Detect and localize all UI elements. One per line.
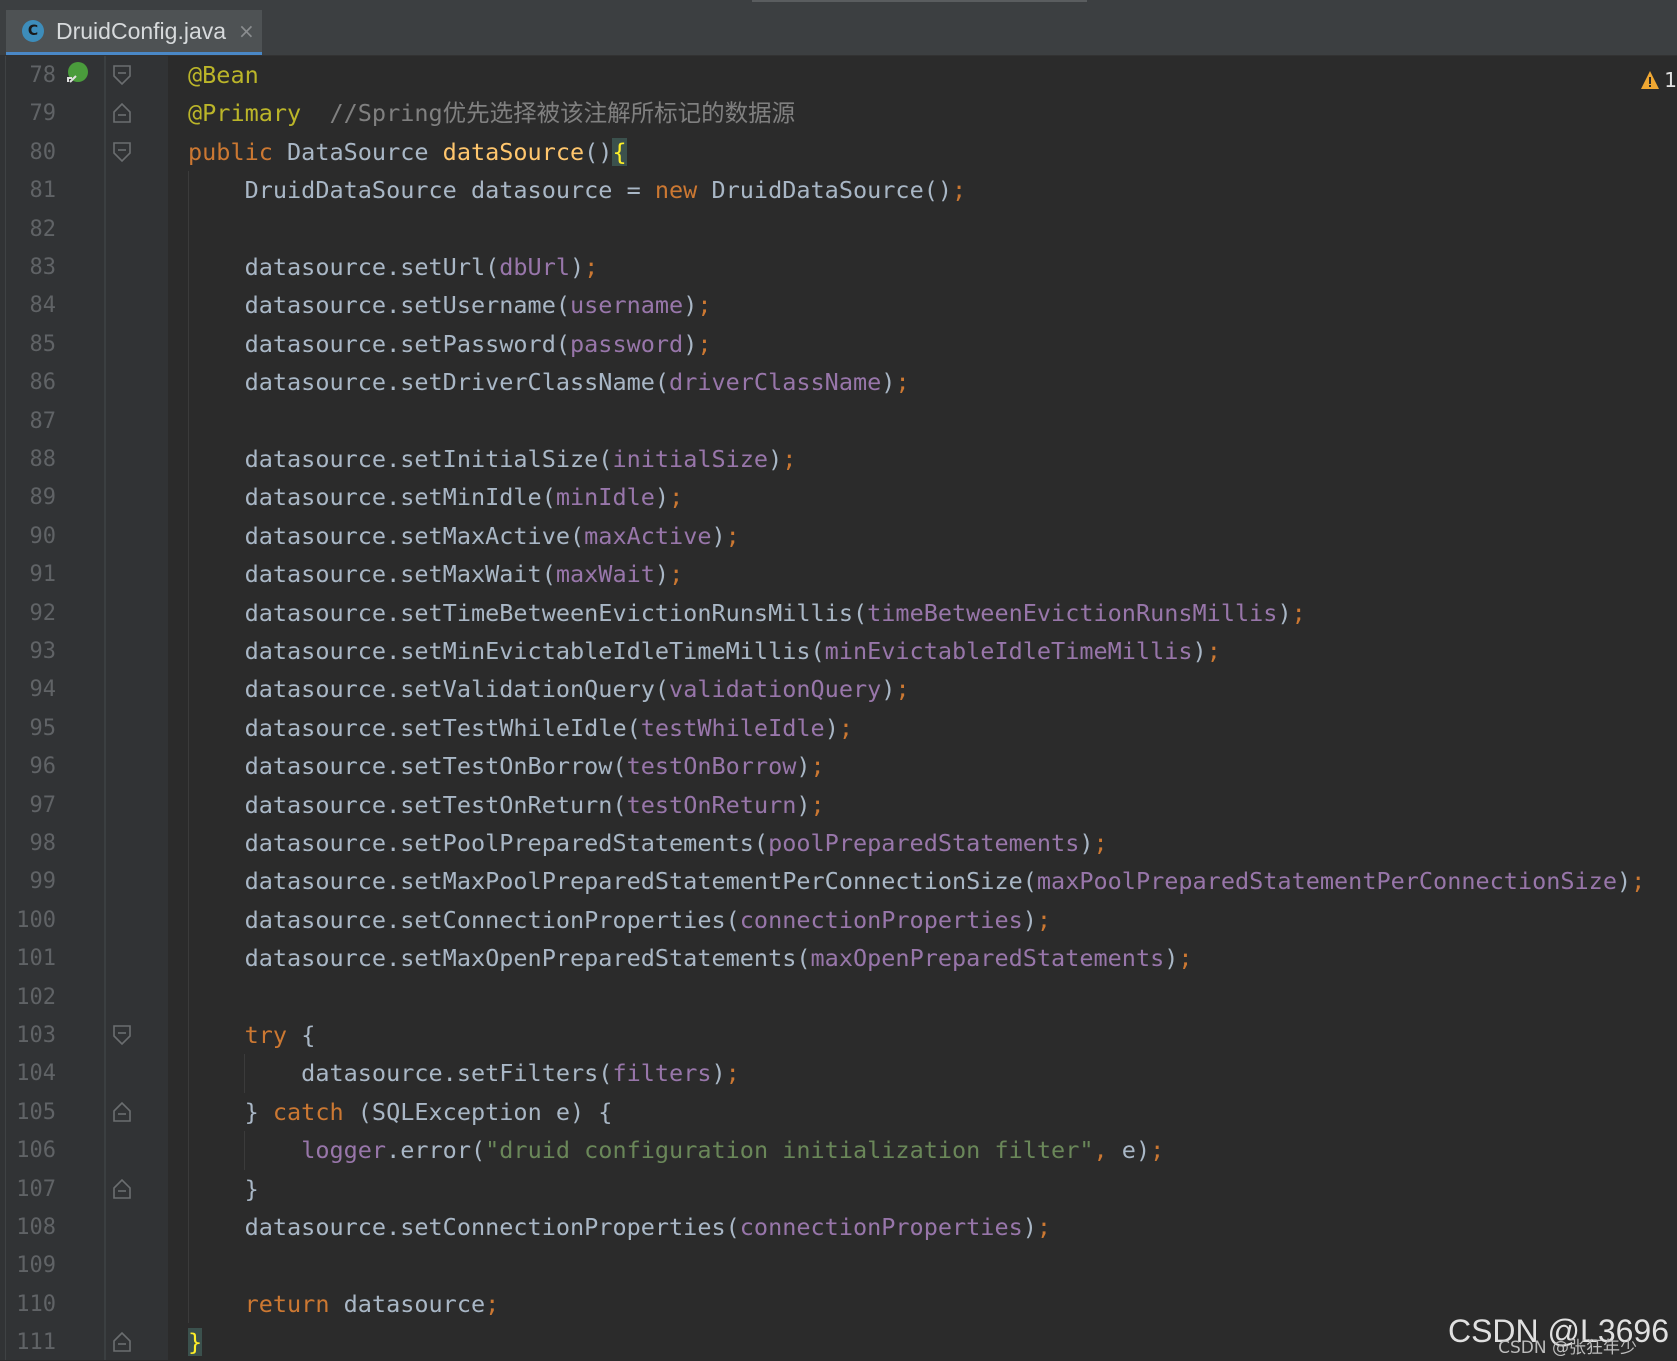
- editor-tab-bar: C DruidConfig.java ×: [0, 0, 1677, 56]
- code-line[interactable]: datasource.setInitialSize(initialSize);: [188, 440, 797, 478]
- code-line[interactable]: datasource.setMinIdle(minIdle);: [188, 478, 684, 516]
- line-number[interactable]: 101: [6, 946, 56, 971]
- spring-bean-icon[interactable]: [64, 60, 92, 88]
- code-line[interactable]: datasource.setMaxActive(maxActive);: [188, 517, 740, 555]
- code-line[interactable]: datasource.setConnectionProperties(conne…: [188, 1208, 1051, 1246]
- line-number[interactable]: 108: [6, 1215, 56, 1240]
- code-line[interactable]: datasource.setFilters(filters);: [188, 1054, 740, 1092]
- code-line[interactable]: try {: [188, 1016, 316, 1054]
- code-line[interactable]: logger.error("druid configuration initia…: [188, 1131, 1164, 1169]
- editor-gutter: 78 79 80 81 82 83 84 85 86 87 88 89 90 91 92 93 94 95 96 97…: [0, 56, 168, 1360]
- code-line[interactable]: datasource.setMaxWait(maxWait);: [188, 555, 684, 593]
- code-line[interactable]: public DataSource dataSource(){: [188, 133, 627, 171]
- fold-marker-icon[interactable]: [112, 141, 132, 163]
- code-line[interactable]: datasource.setUsername(username);: [188, 286, 712, 324]
- code-line[interactable]: @Bean: [188, 56, 259, 94]
- line-number[interactable]: 105: [6, 1100, 56, 1125]
- line-number[interactable]: 84: [6, 293, 57, 318]
- line-number[interactable]: 87: [6, 409, 57, 434]
- line-number[interactable]: 89: [6, 485, 57, 510]
- code-line[interactable]: }: [188, 1170, 259, 1208]
- code-line[interactable]: @Primary //Spring优先选择被该注解所标记的数据源: [188, 94, 795, 132]
- code-line[interactable]: } catch (SQLException e) {: [188, 1093, 613, 1131]
- line-number[interactable]: 93: [6, 639, 57, 664]
- code-line[interactable]: datasource.setTimeBetweenEvictionRunsMil…: [188, 594, 1306, 632]
- line-number[interactable]: 106: [6, 1138, 56, 1163]
- line-number[interactable]: 78: [6, 63, 57, 88]
- code-line[interactable]: datasource.setUrl(dbUrl);: [188, 248, 599, 286]
- code-line[interactable]: datasource.setTestWhileIdle(testWhileIdl…: [188, 709, 853, 747]
- line-number[interactable]: 85: [6, 332, 57, 357]
- code-line[interactable]: }: [188, 1323, 203, 1361]
- code-line[interactable]: DruidDataSource datasource = new DruidDa…: [188, 171, 967, 209]
- fold-marker-icon[interactable]: [112, 1178, 132, 1200]
- line-number[interactable]: 95: [6, 716, 57, 741]
- code-line[interactable]: datasource.setTestOnBorrow(testOnBorrow)…: [188, 747, 825, 785]
- line-number[interactable]: 80: [6, 140, 57, 165]
- fold-marker-icon[interactable]: [112, 102, 132, 124]
- code-line[interactable]: datasource.setPoolPreparedStatements(poo…: [188, 824, 1108, 862]
- line-number[interactable]: 110: [6, 1292, 56, 1317]
- line-number[interactable]: 91: [6, 562, 57, 587]
- line-number[interactable]: 103: [6, 1023, 56, 1048]
- fold-marker-icon[interactable]: [112, 1024, 132, 1046]
- tab-title: DruidConfig.java: [56, 17, 227, 44]
- code-editor[interactable]: @Bean @Primary //Spring优先选择被该注解所标记的数据源 pub…: [168, 56, 1677, 1360]
- line-number[interactable]: 83: [6, 255, 57, 280]
- code-line[interactable]: datasource.setMinEvictableIdleTimeMillis…: [188, 632, 1221, 670]
- line-number[interactable]: 94: [6, 677, 57, 702]
- code-line[interactable]: datasource.setPassword(password);: [188, 325, 712, 363]
- line-number[interactable]: 90: [6, 524, 57, 549]
- gutter-border: [5, 56, 6, 1360]
- indent-guide: [244, 1131, 245, 1170]
- line-number[interactable]: 97: [6, 793, 57, 818]
- inspection-widget[interactable]: 1: [1640, 68, 1677, 92]
- line-number[interactable]: 98: [6, 831, 57, 856]
- line-number[interactable]: 79: [6, 101, 57, 126]
- code-line[interactable]: datasource.setDriverClassName(driverClas…: [188, 363, 910, 401]
- line-number[interactable]: 96: [6, 754, 57, 779]
- warning-count: 1: [1664, 68, 1677, 92]
- tab-bar-scroll-indicator: [752, 0, 1087, 2]
- code-line[interactable]: datasource.setTestOnReturn(testOnReturn)…: [188, 786, 825, 824]
- class-icon: C: [22, 20, 44, 42]
- code-line[interactable]: datasource.setMaxPoolPreparedStatementPe…: [188, 862, 1646, 900]
- line-number[interactable]: 81: [6, 178, 57, 203]
- gutter-separator: [104, 56, 106, 1360]
- line-number[interactable]: 88: [6, 447, 57, 472]
- indent-guide: [188, 171, 189, 1324]
- line-number[interactable]: 99: [6, 869, 57, 894]
- line-number[interactable]: 111: [6, 1330, 56, 1355]
- fold-marker-icon[interactable]: [112, 1331, 132, 1353]
- line-number[interactable]: 100: [6, 908, 56, 933]
- line-number[interactable]: 86: [6, 370, 57, 395]
- line-number[interactable]: 107: [6, 1177, 56, 1202]
- code-line[interactable]: return datasource;: [188, 1285, 500, 1323]
- indent-guide: [244, 1054, 245, 1093]
- line-number[interactable]: 104: [6, 1061, 56, 1086]
- tab-druidconfig-java[interactable]: C DruidConfig.java ×: [6, 10, 262, 55]
- code-line[interactable]: datasource.setValidationQuery(validation…: [188, 670, 910, 708]
- fold-marker-icon[interactable]: [112, 64, 132, 86]
- line-number[interactable]: 82: [6, 217, 57, 242]
- fold-marker-icon[interactable]: [112, 1101, 132, 1123]
- code-line[interactable]: datasource.setConnectionProperties(conne…: [188, 901, 1051, 939]
- line-number[interactable]: 109: [6, 1253, 56, 1278]
- watermark-subtext: CSDN @张狂年少: [1498, 1338, 1637, 1358]
- code-line[interactable]: datasource.setMaxOpenPreparedStatements(…: [188, 939, 1193, 977]
- warning-icon: [1641, 71, 1660, 89]
- line-number[interactable]: 92: [6, 601, 57, 626]
- line-number[interactable]: 102: [6, 985, 56, 1010]
- close-icon[interactable]: ×: [238, 19, 255, 43]
